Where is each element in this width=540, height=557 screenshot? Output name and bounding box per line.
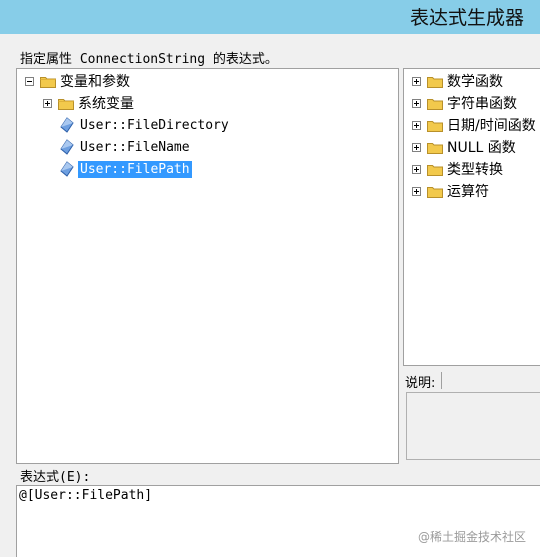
tree-node-function-category[interactable]: 运算符: [412, 181, 489, 201]
tree-node-label: 字符串函数: [447, 96, 517, 112]
tree-node-label: 数学函数: [447, 74, 503, 90]
collapse-icon[interactable]: [25, 76, 34, 86]
variable-icon: [60, 139, 74, 155]
functions-tree-panel[interactable]: 数学函数 字符串函数 日期/时间函数 NULL 函数 类型转换 运算符: [403, 68, 540, 366]
tree-node-function-category[interactable]: NULL 函数: [412, 137, 516, 157]
title-bar: 表达式生成器: [0, 0, 540, 34]
tree-node-function-category[interactable]: 类型转换: [412, 159, 503, 179]
tree-node-function-category[interactable]: 数学函数: [412, 71, 503, 91]
divider: [441, 372, 442, 389]
tree-node-label: NULL 函数: [447, 140, 516, 156]
tree-node-variable[interactable]: User::FileName: [60, 137, 192, 157]
folder-icon: [40, 76, 56, 88]
expand-icon[interactable]: [412, 142, 421, 152]
folder-icon: [58, 98, 74, 110]
expression-value[interactable]: @[User::FilePath]: [19, 488, 152, 503]
expand-icon[interactable]: [412, 98, 421, 108]
variables-tree-panel[interactable]: 变量和参数 系统变量 User::FileDirectory User::Fil…: [16, 68, 399, 464]
tree-node-variables-parameters[interactable]: 变量和参数: [25, 71, 130, 91]
folder-icon: [427, 142, 443, 154]
tree-node-function-category[interactable]: 字符串函数: [412, 93, 517, 113]
expression-builder-window: 表达式生成器 指定属性 ConnectionString 的表达式。 变量和参数…: [0, 0, 540, 557]
expand-icon[interactable]: [43, 98, 52, 108]
watermark: @稀土掘金技术社区: [417, 530, 526, 544]
property-prompt: 指定属性 ConnectionString 的表达式。: [20, 52, 278, 67]
tree-node-variable-selected[interactable]: User::FilePath: [60, 159, 192, 179]
expression-textbox[interactable]: @[User::FilePath]: [16, 485, 540, 557]
tree-node-label: User::FilePath: [78, 160, 192, 178]
folder-icon: [427, 76, 443, 88]
folder-icon: [427, 98, 443, 110]
description-box: [406, 392, 540, 460]
tree-node-system-variables[interactable]: 系统变量: [43, 93, 134, 113]
expand-icon[interactable]: [412, 186, 421, 196]
folder-icon: [427, 186, 443, 198]
variable-icon: [60, 117, 74, 133]
variable-icon: [60, 161, 74, 177]
folder-icon: [427, 164, 443, 176]
tree-node-function-category[interactable]: 日期/时间函数: [412, 115, 536, 135]
tree-node-label: 变量和参数: [60, 74, 130, 90]
folder-icon: [427, 120, 443, 132]
tree-node-label: 系统变量: [78, 96, 134, 112]
expand-icon[interactable]: [412, 164, 421, 174]
expand-icon[interactable]: [412, 76, 421, 86]
expand-icon[interactable]: [412, 120, 421, 130]
tree-node-variable[interactable]: User::FileDirectory: [60, 115, 231, 135]
tree-node-label: 类型转换: [447, 162, 503, 178]
tree-node-label: User::FileName: [80, 139, 190, 155]
window-title: 表达式生成器: [409, 7, 524, 29]
description-label: 说明:: [405, 376, 436, 391]
tree-node-label: 日期/时间函数: [447, 118, 536, 134]
tree-node-label: User::FileDirectory: [80, 117, 229, 133]
expression-label: 表达式(E):: [20, 470, 91, 485]
tree-node-label: 运算符: [447, 184, 489, 200]
